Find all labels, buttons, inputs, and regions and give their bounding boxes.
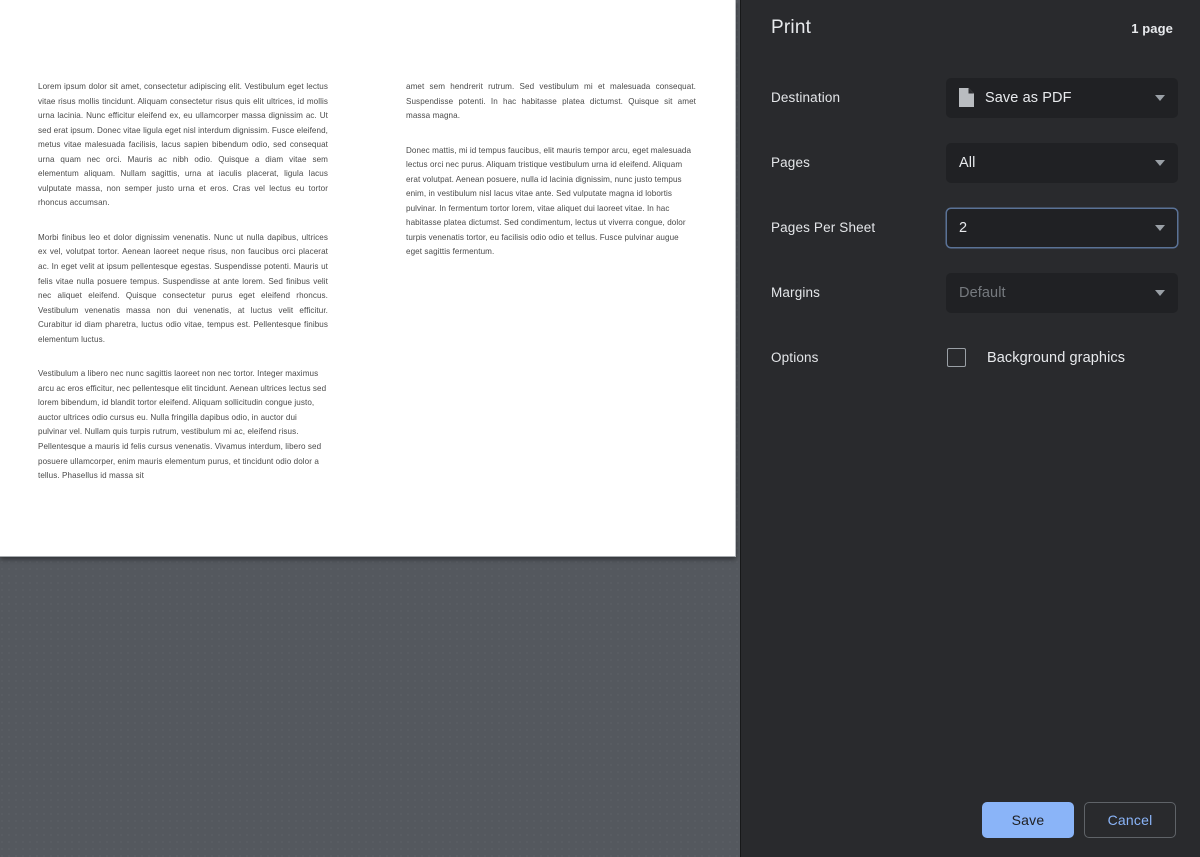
settings-list: Destination Save as PDF Pages All Pages …	[741, 65, 1200, 390]
document-paragraph: amet sem hendrerit rutrum. Sed vestibulu…	[406, 82, 696, 121]
destination-value: Save as PDF	[985, 89, 1072, 106]
options-label: Options	[771, 350, 819, 365]
setting-row-options: Options Background graphics	[741, 325, 1200, 390]
document-icon	[959, 88, 974, 107]
chevron-down-icon	[1155, 224, 1165, 231]
panel-header: Print 1 page	[741, 0, 1200, 39]
pages-per-sheet-label: Pages Per Sheet	[771, 220, 876, 235]
document-paragraph: Donec mattis, mi id tempus faucibus, eli…	[406, 145, 692, 257]
page-title: Print	[771, 17, 812, 38]
page-count-badge: 1 page	[1131, 21, 1173, 36]
chevron-down-icon	[1155, 159, 1165, 166]
document-paragraph: Vestibulum a libero nec nunc sagittis la…	[38, 369, 327, 481]
pages-label: Pages	[771, 155, 811, 170]
destination-select[interactable]: Save as PDF	[946, 77, 1178, 118]
background-graphics-checkbox[interactable]	[947, 348, 966, 367]
background-graphics-label: Background graphics	[987, 349, 1126, 366]
preview-column-left: Lorem ipsum dolor sit amet, consectetur …	[38, 80, 328, 484]
print-settings-panel: Print 1 page Destination Save as PDF Pag…	[740, 0, 1200, 857]
panel-footer: Save Cancel	[982, 802, 1176, 838]
pages-select[interactable]: All	[946, 142, 1178, 183]
margins-select: Default	[946, 272, 1178, 313]
print-preview-area: Lorem ipsum dolor sit amet, consectetur …	[0, 0, 740, 857]
cancel-button[interactable]: Cancel	[1084, 802, 1176, 838]
setting-row-destination: Destination Save as PDF	[741, 65, 1200, 130]
document-paragraph: Morbi finibus leo et dolor dignissim ven…	[38, 232, 328, 344]
margins-label: Margins	[771, 285, 821, 300]
chevron-down-icon	[1155, 94, 1165, 101]
setting-row-pages: Pages All	[741, 130, 1200, 195]
document-paragraph: Lorem ipsum dolor sit amet, consectetur …	[38, 82, 328, 208]
preview-page-sheet: Lorem ipsum dolor sit amet, consectetur …	[0, 0, 736, 557]
background-graphics-row[interactable]: Background graphics	[946, 348, 1125, 367]
pages-per-sheet-select[interactable]: 2	[946, 207, 1178, 248]
margins-value: Default	[959, 284, 1006, 301]
pages-value: All	[959, 154, 976, 171]
setting-row-pages-per-sheet: Pages Per Sheet 2	[741, 195, 1200, 260]
preview-column-right: amet sem hendrerit rutrum. Sed vestibulu…	[406, 80, 696, 484]
print-dialog: Lorem ipsum dolor sit amet, consectetur …	[0, 0, 1200, 857]
chevron-down-icon	[1155, 289, 1165, 296]
setting-row-margins: Margins Default	[741, 260, 1200, 325]
preview-page-content: Lorem ipsum dolor sit amet, consectetur …	[38, 80, 701, 484]
destination-label: Destination	[771, 90, 841, 105]
save-button[interactable]: Save	[982, 802, 1074, 838]
pages-per-sheet-value: 2	[959, 219, 968, 236]
